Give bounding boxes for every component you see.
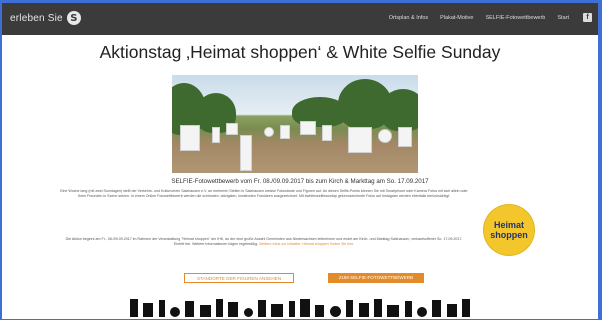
selfie-frame-figure xyxy=(300,121,316,135)
selfie-frame-figure xyxy=(322,125,332,141)
details-paragraph: Die Aktion beginnt am Fr., 08./09.09.201… xyxy=(60,237,468,248)
round-figure xyxy=(264,127,274,137)
salzhausen-logo-icon: S xyxy=(66,11,81,25)
heimat-shoppen-badge[interactable]: Heimat shoppen xyxy=(484,205,534,255)
tree-shape xyxy=(380,89,418,131)
figure-silhouette-icon xyxy=(329,306,341,317)
nav-item-start[interactable]: Start xyxy=(557,15,569,21)
selfie-frame-figure xyxy=(398,127,412,147)
selfie-frame-figure xyxy=(280,125,290,139)
badge-line-1: Heimat xyxy=(493,220,524,230)
easel-figure xyxy=(240,135,252,171)
figure-silhouette-icon xyxy=(404,301,412,317)
figure-silhouette-icon xyxy=(185,301,195,317)
selfie-frame-figure xyxy=(180,125,200,151)
figure-silhouette-icon xyxy=(387,305,400,317)
show-figure-locations-button[interactable]: STANDORTE DER FIGUREN ANSEHEN xyxy=(184,273,294,283)
nav-item-plakat-motive[interactable]: Plakat-Motive xyxy=(440,15,473,21)
figure-silhouette-icon xyxy=(300,299,311,317)
figure-silhouette-icon xyxy=(315,305,325,317)
figure-silhouette-icon xyxy=(158,300,165,317)
page-title: Aktionstag ‚Heimat shoppen‘ & White Self… xyxy=(99,42,501,62)
browser-viewport: erleben Sie S Ortsplan & Infos Plakat-Mo… xyxy=(2,3,598,319)
figure-silhouette-icon xyxy=(288,301,295,317)
top-navigation-bar: erleben Sie S Ortsplan & Infos Plakat-Mo… xyxy=(2,3,598,35)
round-figure xyxy=(378,129,392,143)
figure-silhouette-icon xyxy=(373,299,382,317)
selfie-frame-figure xyxy=(226,123,238,135)
figure-silhouette-icon xyxy=(258,300,267,317)
brand-text: erleben Sie xyxy=(10,12,63,24)
badge-line-2: shoppen xyxy=(490,230,528,240)
heimat-shoppen-info-link[interactable]: Weitere Infos zur Initiative .Heimat sho… xyxy=(259,242,354,246)
nav-item-ortsplan[interactable]: Ortsplan & Infos xyxy=(389,15,428,21)
figure-silhouette-icon xyxy=(271,304,284,317)
main-menu: Ortsplan & Infos Plakat-Motive SELFIE-Fo… xyxy=(377,13,592,22)
figure-silhouettes-row xyxy=(130,297,470,317)
nav-item-selfie-wettbewerb[interactable]: SELFIE-Fotowettbewerb xyxy=(485,15,545,21)
figure-silhouette-icon xyxy=(199,305,211,317)
figure-silhouette-icon xyxy=(243,308,253,317)
selfie-frame-figure xyxy=(212,127,220,143)
brand-logo-link[interactable]: erleben Sie S xyxy=(10,11,81,25)
figure-silhouette-icon xyxy=(228,302,239,317)
contest-subheading: SELFIE-Fotowettbewerb vom Fr. 08./09.09.… xyxy=(171,178,429,185)
figure-silhouette-icon xyxy=(461,299,470,317)
figure-silhouette-icon xyxy=(446,304,457,317)
figure-silhouette-icon xyxy=(143,303,154,317)
figure-silhouette-icon xyxy=(170,307,181,317)
selfie-contest-button[interactable]: ZUM SELFIE-FOTOWETTBEWERB xyxy=(328,273,424,283)
selfie-frame-figure xyxy=(348,127,372,153)
intro-paragraph: Eine Woche lang (mit zwei Sonntagen) ste… xyxy=(60,189,468,199)
figure-silhouette-icon xyxy=(358,303,369,317)
figure-silhouette-icon xyxy=(416,307,427,317)
hero-photo-white-figures xyxy=(172,75,418,173)
figure-silhouette-icon xyxy=(432,300,442,317)
figure-silhouette-icon xyxy=(346,300,354,317)
facebook-icon[interactable]: f xyxy=(583,13,592,22)
figure-silhouette-icon xyxy=(216,299,224,317)
figure-silhouette-icon xyxy=(130,299,138,317)
